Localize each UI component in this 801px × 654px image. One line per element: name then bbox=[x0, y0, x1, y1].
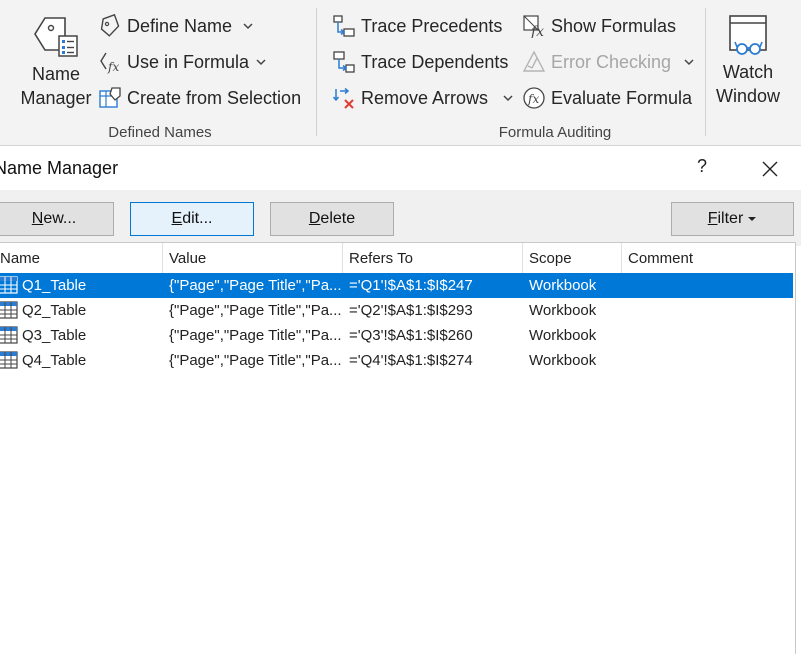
group-label-formula-auditing: Formula Auditing bbox=[498, 124, 612, 141]
delete-button[interactable]: Delete bbox=[270, 202, 394, 236]
filter-button[interactable]: Filter bbox=[671, 202, 794, 236]
cell-scope: Workbook bbox=[529, 277, 597, 294]
use-in-formula-icon: fx bbox=[100, 52, 119, 74]
evaluate-formula-button[interactable]: fx Evaluate Formula bbox=[522, 84, 692, 112]
cell-name: Q3_Table bbox=[22, 327, 87, 344]
watch-window-button[interactable]: Watch Window bbox=[712, 12, 784, 108]
dialog-title: Name Manager bbox=[0, 158, 119, 178]
remove-arrows-label: Remove Arrows bbox=[361, 87, 489, 108]
caret-down-icon bbox=[748, 217, 757, 221]
names-list[interactable]: Name Value Refers To Scope Comment Q1_Ta… bbox=[0, 242, 796, 654]
table-row[interactable]: Q1_Table {"Page","Page Title","Pa... ='Q1'… bbox=[0, 273, 793, 298]
name-manager-label-2: Manager bbox=[20, 88, 92, 108]
show-formulas-label: Show Formulas bbox=[551, 15, 677, 36]
error-checking-button[interactable]: Error Checking bbox=[522, 48, 695, 76]
group-separator bbox=[705, 8, 706, 136]
table-row[interactable]: Q2_Table {"Page","Page Title","Pa... ='Q2'… bbox=[0, 298, 793, 323]
use-in-formula-button[interactable]: fx Use in Formula bbox=[98, 48, 267, 76]
show-formulas-icon: fx bbox=[523, 15, 544, 38]
cell-scope: Workbook bbox=[529, 327, 597, 344]
svg-text:fx: fx bbox=[530, 24, 544, 38]
cell-name: Q1_Table bbox=[22, 277, 87, 294]
name-manager-dialog: Name Manager ? New... Edit... Delete Fil… bbox=[0, 146, 801, 654]
table-icon bbox=[0, 301, 18, 319]
dialog-title-bar: Name Manager ? bbox=[0, 146, 801, 190]
chevron-down-icon bbox=[243, 23, 253, 30]
cell-value: {"Page","Page Title","Pa... bbox=[169, 352, 342, 369]
help-button[interactable]: ? bbox=[690, 156, 714, 180]
column-header-value[interactable]: Value bbox=[163, 243, 343, 273]
trace-precedents-label: Trace Precedents bbox=[361, 15, 503, 36]
cell-name: Q4_Table bbox=[22, 352, 87, 369]
svg-text:fx: fx bbox=[527, 92, 539, 106]
column-header-refers-to[interactable]: Refers To bbox=[343, 243, 523, 273]
table-row[interactable]: Q4_Table {"Page","Page Title","Pa... ='Q4'… bbox=[0, 348, 793, 373]
new-button[interactable]: New... bbox=[0, 202, 114, 236]
define-name-label: Define Name bbox=[127, 15, 233, 36]
cell-scope: Workbook bbox=[529, 352, 597, 369]
trace-dependents-icon bbox=[333, 51, 355, 73]
watch-window-icon bbox=[729, 15, 767, 55]
column-header-comment[interactable]: Comment bbox=[622, 243, 793, 273]
table-icon bbox=[0, 326, 18, 344]
watch-window-label-1: Watch bbox=[722, 62, 774, 82]
chevron-down-icon bbox=[503, 95, 513, 102]
table-icon bbox=[0, 351, 18, 369]
use-in-formula-label: Use in Formula bbox=[127, 51, 250, 72]
define-name-icon bbox=[100, 14, 120, 37]
evaluate-formula-label: Evaluate Formula bbox=[551, 87, 693, 108]
formulas-ribbon: Name Manager Define Name fx Use in Formu… bbox=[0, 0, 801, 146]
svg-text:fx: fx bbox=[107, 60, 119, 74]
define-name-button[interactable]: Define Name bbox=[98, 12, 254, 40]
name-manager-label-1: Name bbox=[31, 64, 80, 84]
remove-arrows-icon bbox=[332, 87, 354, 109]
cell-name: Q2_Table bbox=[22, 302, 87, 319]
edit-button[interactable]: Edit... bbox=[130, 202, 254, 236]
create-from-selection-button[interactable]: Create from Selection bbox=[98, 84, 301, 112]
error-checking-label: Error Checking bbox=[551, 51, 672, 72]
evaluate-formula-icon: fx bbox=[523, 87, 545, 109]
name-manager-icon bbox=[34, 17, 78, 57]
cell-refers-to: ='Q2'!$A$1:$I$293 bbox=[349, 302, 473, 319]
column-header-name[interactable]: Name bbox=[0, 243, 163, 273]
cell-value: {"Page","Page Title","Pa... bbox=[169, 302, 342, 319]
chevron-down-icon bbox=[684, 59, 694, 66]
watch-window-label-2: Window bbox=[715, 86, 781, 106]
group-label-defined-names: Defined Names bbox=[108, 124, 212, 141]
trace-dependents-label: Trace Dependents bbox=[361, 51, 509, 72]
table-icon bbox=[0, 276, 18, 294]
cell-value: {"Page","Page Title","Pa... bbox=[169, 327, 342, 344]
create-from-selection-label: Create from Selection bbox=[127, 87, 302, 108]
column-header-scope[interactable]: Scope bbox=[523, 243, 622, 273]
remove-arrows-button[interactable]: Remove Arrows bbox=[332, 84, 514, 112]
create-from-selection-icon bbox=[99, 87, 121, 108]
cell-value: {"Page","Page Title","Pa... bbox=[169, 277, 342, 294]
trace-precedents-button[interactable]: Trace Precedents bbox=[332, 12, 502, 40]
cell-refers-to: ='Q1'!$A$1:$I$247 bbox=[349, 277, 473, 294]
error-checking-icon bbox=[522, 50, 546, 72]
cell-scope: Workbook bbox=[529, 302, 597, 319]
group-separator bbox=[316, 8, 317, 136]
cell-refers-to: ='Q4'!$A$1:$I$274 bbox=[349, 352, 473, 369]
name-manager-button[interactable]: Name Manager bbox=[20, 10, 92, 110]
show-formulas-button[interactable]: fx Show Formulas bbox=[522, 12, 676, 40]
trace-precedents-icon bbox=[333, 15, 355, 37]
cell-refers-to: ='Q3'!$A$1:$I$260 bbox=[349, 327, 473, 344]
table-row[interactable]: Q3_Table {"Page","Page Title","Pa... ='Q3'… bbox=[0, 323, 793, 348]
chevron-down-icon bbox=[256, 59, 266, 66]
trace-dependents-button[interactable]: Trace Dependents bbox=[332, 48, 508, 76]
close-icon[interactable] bbox=[755, 154, 785, 184]
